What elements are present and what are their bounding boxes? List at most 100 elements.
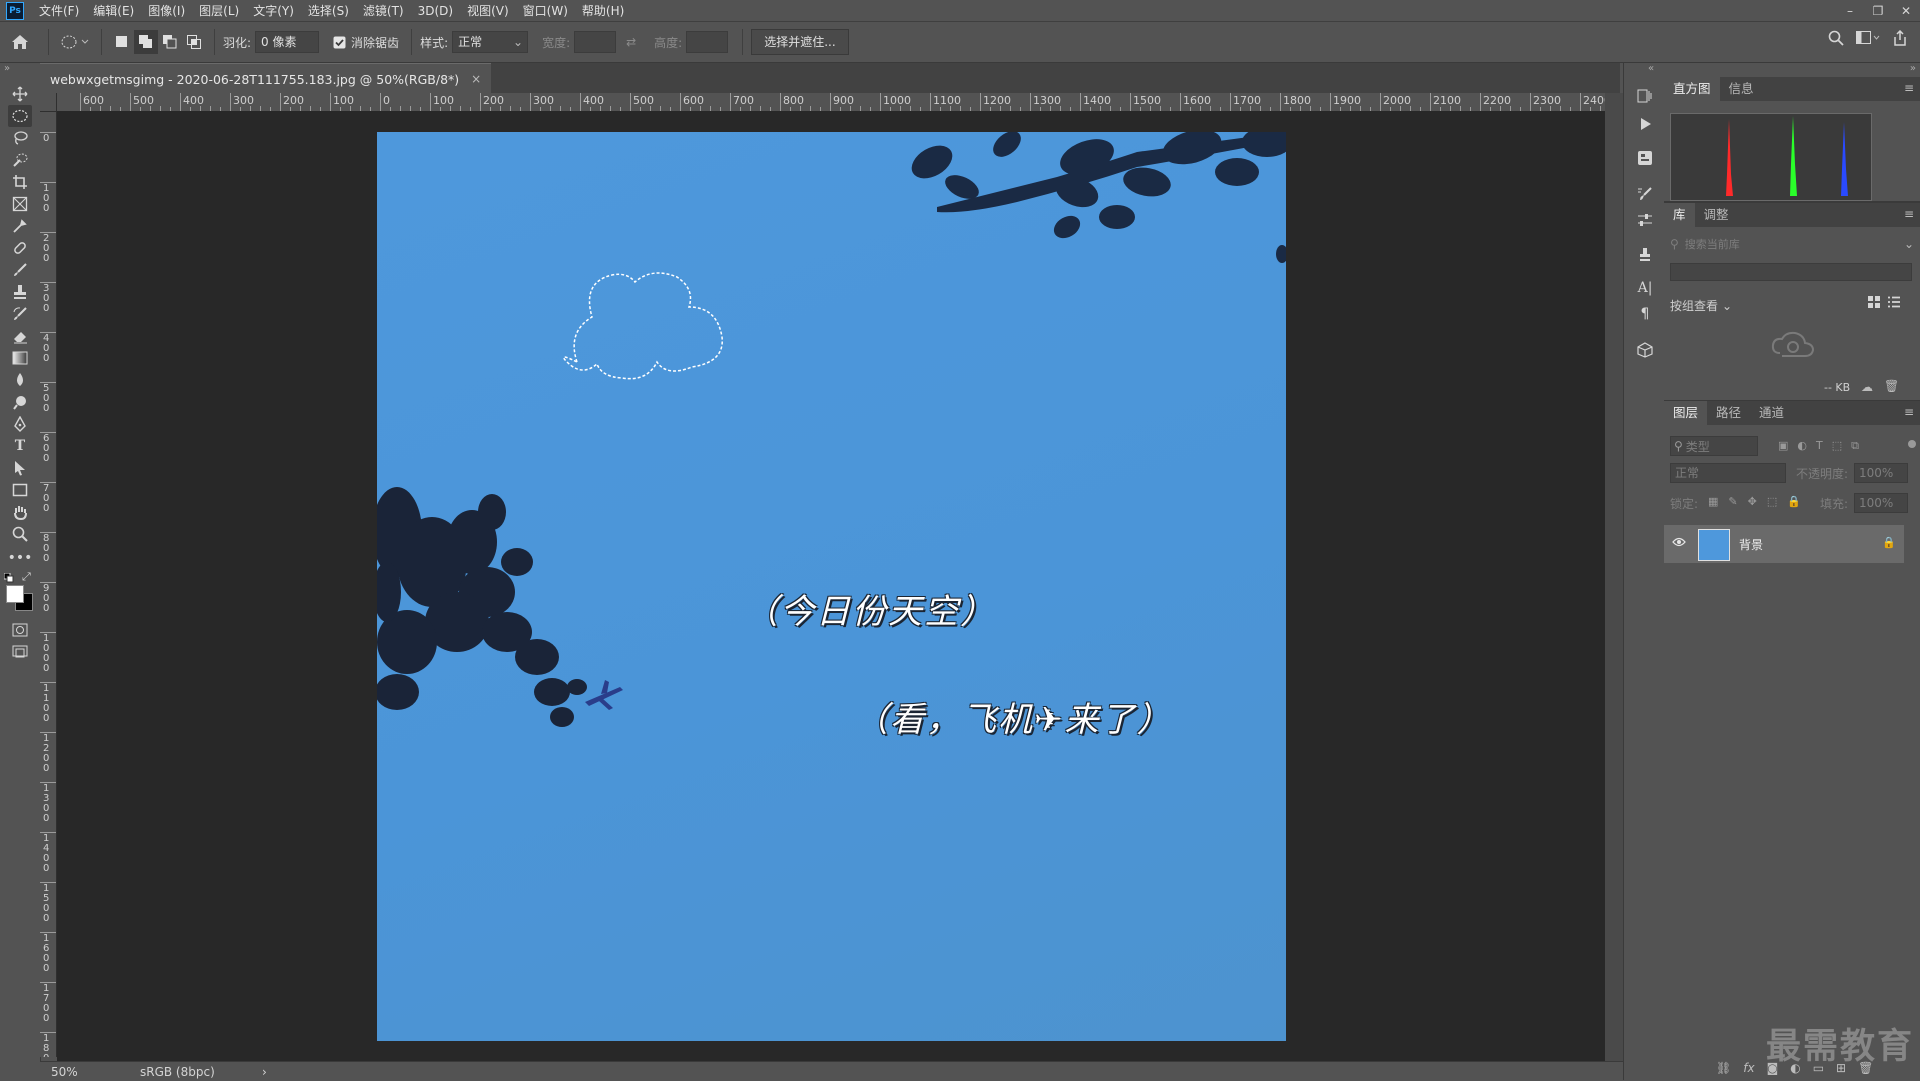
select-and-mask-button[interactable]: 选择并遮住... xyxy=(751,29,849,55)
type-tool-icon[interactable]: T xyxy=(8,435,32,457)
minimize-button[interactable]: – xyxy=(1836,0,1864,21)
library-search[interactable]: ⚲ 搜索当前库 ⌄ xyxy=(1670,235,1914,253)
filter-toggle-icon[interactable] xyxy=(1908,440,1916,448)
blur-tool-icon[interactable] xyxy=(8,369,32,391)
trash-icon[interactable]: 🗑 xyxy=(1884,379,1899,393)
collapse-dock-icon[interactable]: « xyxy=(1648,63,1654,74)
lock-all-icon[interactable]: 🔒 xyxy=(1787,495,1801,508)
new-selection-icon[interactable] xyxy=(110,30,134,54)
tab-info[interactable]: 信息 xyxy=(1720,77,1763,101)
hand-tool-icon[interactable] xyxy=(8,501,32,523)
clone-source-icon[interactable] xyxy=(1634,243,1656,265)
link-layers-icon[interactable]: ⛓ xyxy=(1716,1061,1731,1075)
style-select[interactable]: 正常 ⌄ xyxy=(452,31,529,53)
fill-input[interactable]: 100% xyxy=(1854,493,1908,513)
tab-histogram[interactable]: 直方图 xyxy=(1664,77,1720,101)
add-to-selection-icon[interactable] xyxy=(134,30,158,54)
type-filter-icon[interactable]: T xyxy=(1816,439,1823,453)
close-button[interactable]: ✕ xyxy=(1892,0,1920,21)
grid-view-icon[interactable] xyxy=(1868,296,1880,311)
share-icon[interactable] xyxy=(1892,30,1908,46)
image-canvas[interactable]: （今日份天空） （看，飞机✈来了） xyxy=(377,132,1286,1041)
path-selection-tool-icon[interactable] xyxy=(8,457,32,479)
shape-filter-icon[interactable]: ⬚ xyxy=(1832,439,1842,453)
workspace-icon[interactable] xyxy=(1856,31,1880,45)
image-filter-icon[interactable]: ▣ xyxy=(1778,439,1788,453)
lasso-tool-icon[interactable] xyxy=(8,127,32,149)
swap-width-height-icon[interactable]: ⇄ xyxy=(616,32,646,52)
menu-3d[interactable]: 3D(D) xyxy=(411,4,460,18)
menu-view[interactable]: 视图(V) xyxy=(460,2,516,19)
screen-mode-icon[interactable] xyxy=(8,641,32,663)
lock-position-icon[interactable]: ✥ xyxy=(1748,495,1757,508)
elliptical-marquee-tool-preset-icon[interactable] xyxy=(57,27,93,57)
list-view-icon[interactable] xyxy=(1888,296,1900,311)
search-icon[interactable] xyxy=(1828,30,1844,46)
tab-libraries[interactable]: 库 xyxy=(1664,203,1695,227)
tab-paths[interactable]: 路径 xyxy=(1707,401,1750,425)
brush-settings-icon[interactable] xyxy=(1634,183,1656,205)
ruler-origin[interactable] xyxy=(40,93,57,112)
foreground-color-swatch[interactable] xyxy=(6,585,24,603)
healing-brush-tool-icon[interactable] xyxy=(8,237,32,259)
close-tab-icon[interactable]: × xyxy=(471,72,481,86)
history-brush-tool-icon[interactable] xyxy=(8,303,32,325)
collapse-panels-icon[interactable]: » xyxy=(1910,63,1916,74)
actions-play-icon[interactable] xyxy=(1634,113,1656,135)
blend-mode-select[interactable]: 正常 xyxy=(1670,463,1786,483)
paragraph-panel-icon[interactable]: ¶ xyxy=(1634,303,1656,325)
home-icon[interactable] xyxy=(0,22,40,62)
tab-layers[interactable]: 图层 xyxy=(1664,401,1708,425)
panel-menu-icon[interactable]: ≡ xyxy=(1904,405,1914,419)
history-panel-icon[interactable] xyxy=(1634,85,1656,107)
restore-button[interactable]: ❐ xyxy=(1864,0,1892,21)
feather-input[interactable]: 0 像素 xyxy=(255,31,320,53)
more-tools-icon[interactable]: ••• xyxy=(8,547,33,569)
layer-row-background[interactable]: 背景 🔒 xyxy=(1664,525,1904,563)
character-panel-icon[interactable]: A| xyxy=(1634,277,1656,299)
layer-filter-select[interactable]: ⚲ 类型 xyxy=(1670,436,1758,456)
panel-menu-icon[interactable]: ≡ xyxy=(1904,207,1914,221)
adjustments-sliders-icon[interactable] xyxy=(1634,209,1656,231)
menu-type[interactable]: 文字(Y) xyxy=(246,2,301,19)
antialias-checkbox[interactable] xyxy=(331,34,347,50)
gradient-tool-icon[interactable] xyxy=(8,347,32,369)
menu-file[interactable]: 文件(F) xyxy=(32,2,86,19)
menu-edit[interactable]: 编辑(E) xyxy=(86,2,141,19)
layer-style-fx-icon[interactable]: fx xyxy=(1743,1061,1754,1075)
dodge-tool-icon[interactable] xyxy=(8,391,32,413)
default-colors-icon[interactable] xyxy=(3,572,14,586)
brush-tool-icon[interactable] xyxy=(8,259,32,281)
collapse-toolbar-icon[interactable]: » xyxy=(4,63,10,74)
smart-object-filter-icon[interactable]: ⧉ xyxy=(1851,439,1859,453)
quick-selection-tool-icon[interactable] xyxy=(8,149,32,171)
height-input[interactable] xyxy=(686,31,729,53)
status-expand-icon[interactable]: › xyxy=(262,1065,267,1079)
tab-channels[interactable]: 通道 xyxy=(1750,401,1793,425)
eyedropper-tool-icon[interactable] xyxy=(8,215,32,237)
lock-image-pixels-icon[interactable]: ✎ xyxy=(1728,495,1737,508)
adjustment-filter-icon[interactable]: ◐ xyxy=(1797,439,1807,453)
menu-layer[interactable]: 图层(L) xyxy=(192,2,246,19)
menu-help[interactable]: 帮助(H) xyxy=(575,2,631,19)
intersect-selection-icon[interactable] xyxy=(182,30,206,54)
3d-panel-icon[interactable] xyxy=(1634,339,1656,361)
frame-tool-icon[interactable] xyxy=(8,193,32,215)
lock-artboard-icon[interactable]: ⬚ xyxy=(1767,495,1777,508)
lock-transparent-pixels-icon[interactable]: ▦ xyxy=(1708,495,1718,508)
document-tab[interactable]: webwxgetmsgimg - 2020-06-28T111755.183.j… xyxy=(40,63,492,94)
menu-select[interactable]: 选择(S) xyxy=(301,2,356,19)
swap-colors-icon[interactable]: ⤢ xyxy=(22,570,31,584)
zoom-level[interactable]: 50% xyxy=(51,1065,121,1079)
move-tool-icon[interactable] xyxy=(8,83,32,105)
layer-name[interactable]: 背景 xyxy=(1739,536,1763,553)
opacity-input[interactable]: 100% xyxy=(1854,463,1908,483)
width-input[interactable] xyxy=(574,31,617,53)
pen-tool-icon[interactable] xyxy=(8,413,32,435)
cloud-sync-icon[interactable]: ☁ xyxy=(1861,380,1873,394)
clone-stamp-tool-icon[interactable] xyxy=(8,281,32,303)
menu-window[interactable]: 窗口(W) xyxy=(516,2,575,19)
vertical-scrollbar[interactable] xyxy=(1605,93,1623,1061)
quick-mask-icon[interactable] xyxy=(8,619,32,641)
eraser-tool-icon[interactable] xyxy=(8,325,32,347)
